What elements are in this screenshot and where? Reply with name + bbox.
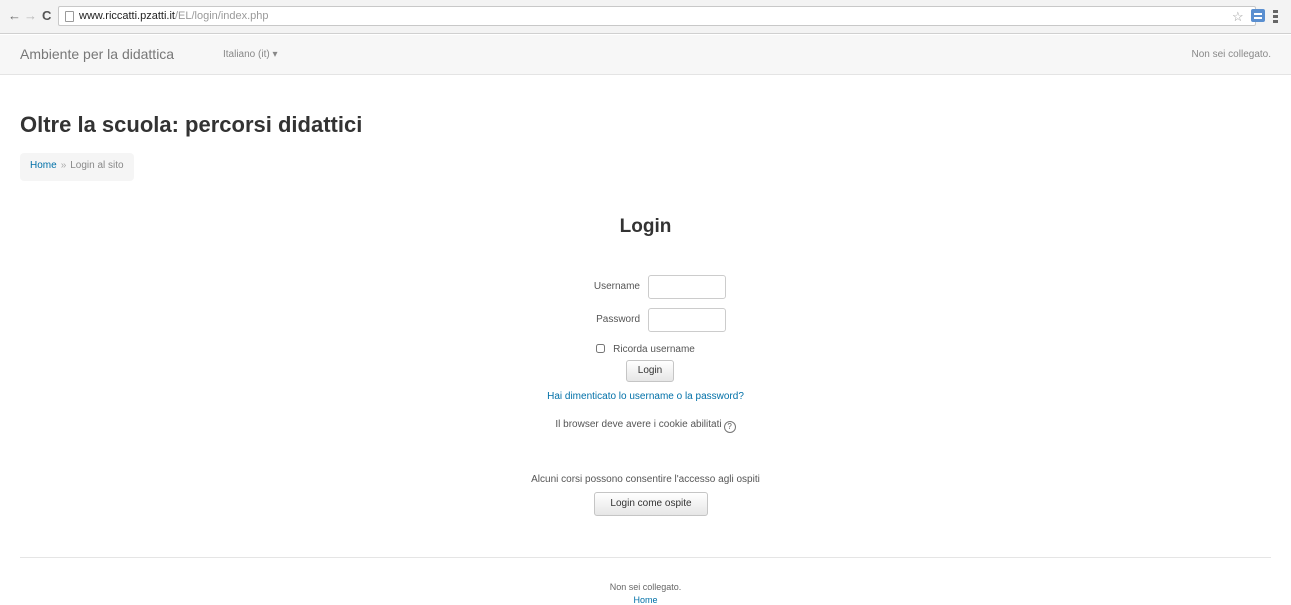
reload-icon[interactable]: C: [42, 9, 51, 23]
cookies-notice: Il browser deve avere i cookie abilitati…: [0, 419, 1291, 433]
url-text: www.riccatti.pzatti.it/EL/login/index.ph…: [79, 10, 269, 22]
footer-home-link[interactable]: Home: [0, 595, 1291, 605]
remember-row: Ricorda username: [0, 344, 1291, 355]
back-icon[interactable]: ←: [8, 9, 21, 23]
password-field[interactable]: [648, 308, 726, 332]
footer-login-info: Non sei collegato.: [609, 582, 682, 592]
breadcrumb-current: Login al sito: [70, 160, 124, 171]
bookmark-star-icon[interactable]: ☆: [1232, 9, 1244, 25]
footer-divider: [20, 557, 1271, 558]
remember-username-checkbox[interactable]: [596, 344, 606, 353]
url-host: www.riccatti.pzatti.it: [79, 10, 175, 22]
login-button[interactable]: Login: [626, 360, 674, 382]
page-title: Oltre la scuola: percorsi didattici: [20, 112, 363, 137]
remember-username-label: Ricorda username: [613, 344, 695, 355]
extension-icon[interactable]: [1251, 9, 1265, 22]
login-info: Non sei collegato.: [1191, 49, 1272, 60]
page-icon: [65, 11, 74, 22]
browser-toolbar: ← → C www.riccatti.pzatti.it/EL/login/in…: [0, 0, 1291, 34]
help-icon[interactable]: ?: [723, 421, 736, 433]
password-label: Password: [596, 314, 640, 325]
menu-icon[interactable]: [1273, 10, 1278, 23]
site-brand[interactable]: Ambiente per la didattica: [20, 46, 174, 62]
username-label: Username: [593, 281, 640, 292]
breadcrumb-separator: »: [60, 160, 67, 171]
username-row: Username: [520, 275, 780, 301]
forward-icon[interactable]: →: [24, 9, 37, 23]
breadcrumb-home[interactable]: Home: [30, 160, 57, 171]
guest-access-notice: Alcuni corsi possono consentire l'access…: [531, 474, 760, 485]
cookies-notice-text: Il browser deve avere i cookie abilitati: [555, 419, 722, 430]
address-bar[interactable]: www.riccatti.pzatti.it/EL/login/index.ph…: [58, 6, 1256, 26]
username-field[interactable]: [648, 275, 726, 299]
guest-login-button[interactable]: Login come ospite: [594, 492, 708, 516]
password-row: Password: [520, 308, 780, 334]
language-menu[interactable]: Italiano (it) ▾: [223, 49, 277, 60]
breadcrumb: Home» Login al sito: [20, 153, 134, 181]
site-navbar: Ambiente per la didattica Italiano (it) …: [0, 35, 1291, 75]
url-path: /EL/login/index.php: [174, 10, 269, 22]
login-heading: Login: [619, 216, 672, 237]
forgot-password-link[interactable]: Hai dimenticato lo username o la passwor…: [0, 391, 1291, 402]
